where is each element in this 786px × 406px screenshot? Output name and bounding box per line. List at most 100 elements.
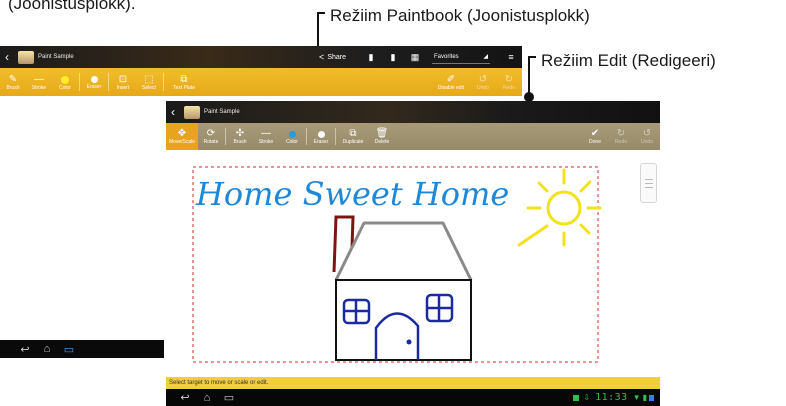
select-label: Select <box>142 84 156 91</box>
grip-line <box>645 187 653 188</box>
undo-button[interactable]: ↺ Undo <box>634 123 660 150</box>
back-icon[interactable]: ↩ <box>14 343 36 356</box>
window-left-drawing <box>342 298 371 325</box>
back-arrow-icon[interactable]: ‹ <box>166 105 180 119</box>
notification-icon <box>573 394 580 401</box>
select-tool[interactable]: ⬚ Select <box>136 68 162 96</box>
rotate-tool[interactable]: ⟳ Rotate <box>198 123 224 150</box>
grip-line <box>645 179 653 180</box>
redo-icon: ↻ <box>504 73 514 85</box>
battery-icon: ▮ <box>642 393 647 402</box>
duplicate-label: Duplicate <box>342 139 364 145</box>
caption-top-cut: (Joonistusplokk). <box>8 0 136 13</box>
done-label: Done <box>589 139 601 145</box>
eraser-tool[interactable]: Eraser <box>81 68 107 96</box>
brush-tool[interactable]: ✣ Brush <box>227 123 253 150</box>
redo-label: Redo <box>503 84 515 91</box>
grid-icon[interactable]: ▦ <box>404 52 426 63</box>
edit-titlebar: ‹ Paint Sample <box>166 101 660 123</box>
favorites-label: Favorites <box>434 53 459 60</box>
disable-edit-icon: ✐ <box>446 73 456 85</box>
rotate-icon: ⟳ <box>206 128 216 139</box>
paintbook-titlebar: ‹ Paint Sample < Share ▮ ▮ ▦ Favorites ◢… <box>0 46 522 68</box>
pages-icon[interactable]: ▮ <box>382 52 404 63</box>
done-icon: ✔ <box>590 128 600 139</box>
stroke-icon: — <box>34 73 44 85</box>
brush-icon: ✎ <box>8 73 18 85</box>
redo-button[interactable]: ↻ Redo <box>496 68 522 96</box>
rotate-label: Rotate <box>203 139 219 145</box>
edit-title: Paint Sample <box>204 109 240 115</box>
move-icon: ✥ <box>177 128 187 139</box>
duplicate-tool[interactable]: ⧉ Duplicate <box>337 123 369 150</box>
delete-tool[interactable]: 🗑 Delete <box>369 123 395 150</box>
callout-edit-tick <box>528 56 536 58</box>
color-tool[interactable]: Color <box>279 123 305 150</box>
clock: 11:33 <box>595 392 628 403</box>
usb-icon: ⇩ <box>583 393 591 402</box>
favorites-select[interactable]: Favorites ◢ <box>432 50 490 64</box>
app-icon <box>18 50 34 64</box>
stroke-tool[interactable]: — Stroke <box>253 123 279 150</box>
text-plate-icon: ⧉ <box>180 73 188 85</box>
toolbar-separator <box>163 73 164 91</box>
eraser-icon <box>90 76 98 83</box>
brush-label: Brush <box>233 139 247 145</box>
share-label: Share <box>327 53 346 61</box>
roof-drawing <box>334 221 473 281</box>
brush-tool[interactable]: ✎ Brush <box>0 68 26 96</box>
toolbar-separator <box>79 73 80 91</box>
redo-icon: ↻ <box>616 128 626 139</box>
home-icon[interactable]: ⌂ <box>196 392 218 404</box>
back-icon[interactable]: ↩ <box>174 391 196 404</box>
toolbar-separator <box>306 128 307 145</box>
toolbar-separator <box>225 128 226 145</box>
callout-edit-label: Režiim Edit (Redigeeri) <box>541 51 716 70</box>
status-tray[interactable]: ⇩ 11:33 ▼ ▮ <box>573 392 660 403</box>
stroke-label: Stroke <box>258 139 274 145</box>
recent-apps-icon[interactable]: ▭ <box>218 391 240 404</box>
undo-button[interactable]: ↺ Undo <box>470 68 496 96</box>
color-label: Color <box>286 138 298 145</box>
toolbar-separator <box>108 73 109 91</box>
color-swatch-icon <box>288 130 296 138</box>
page-icon[interactable]: ▮ <box>360 52 382 63</box>
redo-label: Redo <box>615 139 627 145</box>
door-knob-drawing <box>406 339 412 345</box>
trash-icon: 🗑 <box>375 128 389 139</box>
home-icon[interactable]: ⌂ <box>36 343 58 355</box>
drawing-text: Home Sweet Home <box>195 175 509 213</box>
menu-icon[interactable]: ≡ <box>500 52 522 62</box>
move-scale-tool[interactable]: ✥ Move/Scale <box>166 123 198 150</box>
undo-icon: ↺ <box>478 73 488 85</box>
sun-drawing <box>517 168 602 247</box>
color-tool[interactable]: Color <box>52 68 78 96</box>
drawing-svg: Home Sweet Home <box>192 166 602 363</box>
color-swatch-icon <box>61 75 69 84</box>
dropdown-icon: ◢ <box>483 54 488 60</box>
share-button[interactable]: < Share <box>319 52 346 62</box>
back-arrow-icon[interactable]: ‹ <box>0 50 14 64</box>
redo-button[interactable]: ↻ Redo <box>608 123 634 150</box>
insert-tool[interactable]: ⊡ Insert <box>110 68 136 96</box>
done-button[interactable]: ✔ Done <box>582 123 608 150</box>
eraser-tool[interactable]: Eraser <box>308 123 334 150</box>
paintbook-navbar: ↩ ⌂ ▭ <box>0 340 164 358</box>
scroll-handle[interactable] <box>640 163 657 203</box>
disable-edit-button[interactable]: ✐ Disable edit <box>432 68 470 96</box>
text-plate-tool[interactable]: ⧉ Text Plate <box>165 68 203 96</box>
status-message: Select target to move or scale or edit. <box>166 377 660 389</box>
stroke-tool[interactable]: — Stroke <box>26 68 52 96</box>
edit-toolbar: ✥ Move/Scale ⟳ Rotate ✣ Brush — Stroke Color… <box>166 123 660 150</box>
eraser-label: Eraser <box>86 84 102 90</box>
grip-line <box>645 183 653 184</box>
paintbook-title: Paint Sample <box>38 54 74 60</box>
recent-apps-icon[interactable]: ▭ <box>58 343 80 356</box>
bluetooth-icon <box>649 394 654 401</box>
eraser-icon <box>317 130 325 138</box>
duplicate-icon: ⧉ <box>349 128 357 139</box>
wifi-icon: ▼ <box>632 393 641 402</box>
stroke-icon: — <box>261 128 271 139</box>
toolbar-separator <box>335 128 336 145</box>
text-plate-label: Text Plate <box>173 84 195 91</box>
